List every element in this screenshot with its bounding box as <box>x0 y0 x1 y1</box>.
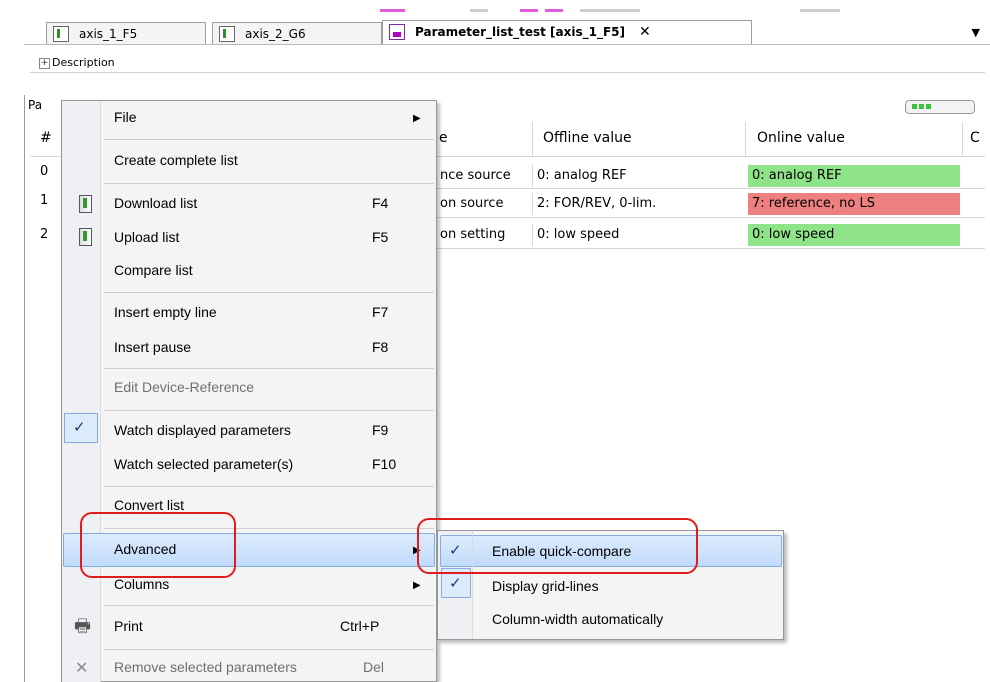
printer-icon: 🖶 <box>74 616 91 637</box>
grid-title: Pa <box>28 98 43 112</box>
check-icon: ✓ <box>449 574 462 592</box>
menu-separator <box>104 139 434 140</box>
cell-name[interactable]: on setting <box>436 224 532 246</box>
column-header-extra[interactable]: C <box>970 130 980 146</box>
shortcut-label: F8 <box>372 339 389 355</box>
annotation-highlight <box>417 518 698 574</box>
menu-item-print[interactable]: Print <box>114 618 143 634</box>
close-icon[interactable]: ✕ <box>639 24 651 40</box>
submenu-item-display-grid-lines[interactable]: Display grid-lines <box>492 578 599 594</box>
check-icon: ✓ <box>73 418 86 436</box>
keb-icon <box>389 23 405 40</box>
row-divider <box>436 248 985 249</box>
row-number: 0 <box>40 164 49 179</box>
menu-item-columns[interactable]: Columns <box>114 576 169 592</box>
cell-name[interactable]: nce source <box>436 165 532 187</box>
column-separator <box>745 122 746 156</box>
menu-separator <box>104 486 434 487</box>
tab-parameter-list-test[interactable]: Parameter_list_test [axis_1_F5] ✕ <box>382 20 752 44</box>
toolbar-fragment <box>520 9 538 12</box>
shortcut-label: F7 <box>372 304 389 320</box>
column-separator <box>532 122 533 156</box>
tab-label: axis_2_G6 <box>245 27 306 41</box>
toolbar-fragment <box>580 9 640 12</box>
tab-strip-border <box>24 44 990 45</box>
menu-separator <box>104 368 434 369</box>
menu-gutter-divider <box>100 101 101 682</box>
menu-separator <box>104 292 434 293</box>
status-indicator-icon <box>905 100 975 114</box>
row-divider <box>436 217 985 218</box>
description-expander[interactable]: + Description <box>39 55 115 71</box>
menu-icon-gutter <box>62 101 100 682</box>
description-label: Description <box>52 56 115 69</box>
shortcut-label: F4 <box>372 195 389 211</box>
annotation-highlight <box>80 512 236 578</box>
cell-online[interactable]: 0: low speed <box>748 224 960 246</box>
expand-icon: + <box>39 57 50 69</box>
menu-item-remove-selected: Remove selected parameters <box>114 659 297 675</box>
submenu-arrow-icon: ▶ <box>413 113 421 124</box>
menu-item-convert-list[interactable]: Convert list <box>114 497 184 513</box>
upload-icon <box>79 228 92 246</box>
menu-item-download-list[interactable]: Download list <box>114 195 197 211</box>
menu-item-create-complete-list[interactable]: Create complete list <box>114 152 238 168</box>
menu-item-file[interactable]: File <box>114 109 137 125</box>
toolbar-fragment <box>470 9 488 12</box>
row-number: 1 <box>40 193 49 208</box>
cell-offline[interactable]: 2: FOR/REV, 0-lim. <box>532 193 745 215</box>
column-header-online[interactable]: Online value <box>757 130 845 146</box>
tab-label: Parameter_list_test [axis_1_F5] <box>415 25 626 39</box>
submenu-item-column-width-auto[interactable]: Column-width automatically <box>492 611 663 627</box>
parameter-list-icon <box>219 25 235 42</box>
column-header-num[interactable]: # <box>40 130 52 146</box>
cell-online[interactable]: 0: analog REF <box>748 165 960 187</box>
submenu-arrow-icon: ▶ <box>413 580 421 591</box>
menu-item-insert-pause[interactable]: Insert pause <box>114 339 191 355</box>
menu-item-edit-device-reference: Edit Device-Reference <box>114 379 255 395</box>
menu-separator <box>104 649 434 650</box>
menu-item-compare-list[interactable]: Compare list <box>114 262 193 278</box>
toolbar-fragment <box>800 9 840 12</box>
menu-item-upload-list[interactable]: Upload list <box>114 229 179 245</box>
menu-separator <box>104 410 434 411</box>
menu-item-insert-empty-line[interactable]: Insert empty line <box>114 304 217 320</box>
column-separator <box>962 122 963 156</box>
menu-separator <box>104 605 434 606</box>
column-header-name[interactable]: e <box>439 130 448 146</box>
cell-online[interactable]: 7: reference, no LS <box>748 193 960 215</box>
shortcut-label: F5 <box>372 229 389 245</box>
toolbar-fragment <box>545 9 563 12</box>
tab-axis-1-f5[interactable]: axis_1_F5 <box>46 22 206 44</box>
shortcut-label: Del <box>363 659 385 675</box>
row-divider <box>436 188 985 189</box>
parameter-list-icon <box>53 25 69 42</box>
tab-label: axis_1_F5 <box>79 27 138 41</box>
cell-offline[interactable]: 0: low speed <box>532 224 745 246</box>
toolbar-fragment <box>380 9 405 12</box>
shortcut-label: Ctrl+P <box>340 618 380 634</box>
row-number: 2 <box>40 227 49 242</box>
column-header-offline[interactable]: Offline value <box>543 130 632 146</box>
divider <box>30 72 985 73</box>
menu-item-watch-selected[interactable]: Watch selected parameter(s) <box>114 456 293 472</box>
tab-list-dropdown-icon[interactable]: ▼ <box>972 26 980 39</box>
remove-icon: ✕ <box>75 658 89 677</box>
shortcut-label: F10 <box>372 456 397 472</box>
download-icon <box>79 195 92 213</box>
shortcut-label: F9 <box>372 422 389 438</box>
menu-item-watch-displayed[interactable]: Watch displayed parameters <box>114 422 291 438</box>
cell-name[interactable]: on source <box>436 193 532 215</box>
cell-offline[interactable]: 0: analog REF <box>532 165 745 187</box>
tab-axis-2-g6[interactable]: axis_2_G6 <box>212 22 382 44</box>
menu-separator <box>104 183 434 184</box>
